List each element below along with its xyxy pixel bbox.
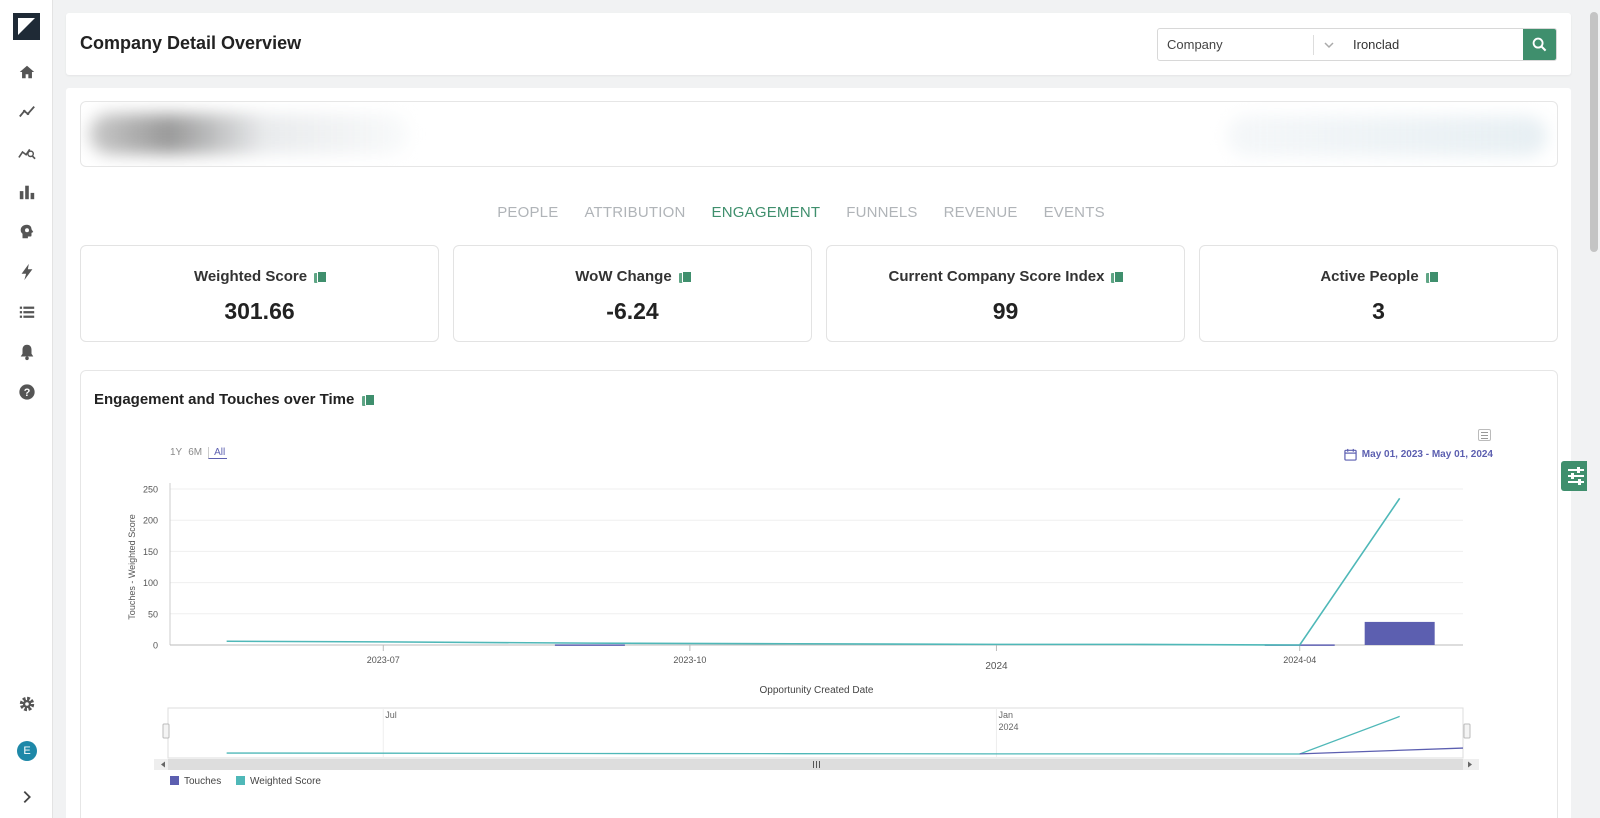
brain-icon[interactable] (16, 221, 38, 243)
kpi-label: Weighted Score (193, 268, 308, 285)
engagement-chart-card: Engagement and Touches over Time 1Y 6M A… (80, 370, 1558, 818)
page-title: Company Detail Overview (80, 33, 302, 53)
tab-attribution[interactable]: ATTRIBUTION (584, 204, 685, 221)
scroll-thumb[interactable] (1590, 12, 1598, 252)
app-logo[interactable] (13, 13, 40, 40)
tab-revenue[interactable]: REVENUE (944, 204, 1018, 221)
bar-chart-icon[interactable] (16, 181, 38, 203)
x-tick-label: 2024-04 (1283, 655, 1316, 665)
tab-people[interactable]: PEOPLE (497, 204, 558, 221)
kpi-value: 301.66 (224, 298, 295, 324)
kpi-row: Weighted Score 301.66 WoW Change -6.24 C… (80, 245, 1558, 342)
chevron-right-icon[interactable] (16, 786, 38, 808)
navigator-handle-left (162, 723, 170, 739)
gear-icon[interactable] (16, 693, 38, 715)
copy-icon[interactable] (1111, 270, 1125, 283)
y-axis-label: Touches - Weighted Score (127, 514, 137, 619)
search-input[interactable] (1343, 29, 1523, 60)
analytics-search-icon[interactable] (16, 141, 38, 163)
sliders-icon (1568, 467, 1584, 485)
legend-item: Weighted Score (250, 776, 321, 787)
x-tick-label: 2023-07 (367, 655, 400, 665)
copy-icon[interactable] (314, 270, 328, 283)
top-bar: Company Detail Overview Company (66, 13, 1571, 75)
chevron-down-icon[interactable] (1313, 35, 1343, 55)
navigator-scroll-thumb (168, 759, 1463, 770)
company-profile-card (80, 101, 1558, 167)
search-type-value: Company (1167, 37, 1223, 52)
company-meta-blurred (1227, 116, 1547, 156)
y-tick-label: 50 (148, 609, 158, 619)
kpi-label: WoW Change (575, 268, 672, 285)
tab-events[interactable]: EVENTS (1044, 204, 1105, 221)
avatar[interactable]: E (17, 741, 37, 761)
touches-bar (554, 644, 625, 646)
sidebar: ? E (0, 0, 53, 818)
kpi-value: -6.24 (606, 298, 659, 324)
navigator-label: Jul (385, 710, 397, 720)
search-type-select[interactable]: Company (1158, 29, 1313, 60)
y-tick-label: 0 (153, 641, 158, 651)
lightning-icon[interactable] (16, 261, 38, 283)
section-tabs: PEOPLE ATTRIBUTION ENGAGEMENT FUNNELS REVENU… (66, 204, 1571, 221)
kpi-weighted-score: Weighted Score 301.66 (80, 245, 439, 342)
touches-bar (1364, 621, 1435, 645)
y-tick-label: 100 (143, 578, 158, 588)
copy-icon[interactable] (1425, 270, 1439, 283)
y-tick-label: 250 (143, 485, 158, 495)
x-axis-label: Opportunity Created Date (760, 685, 874, 696)
company-search: Company (1157, 28, 1557, 61)
list-icon[interactable] (16, 301, 38, 323)
x-tick-label: 2023-10 (673, 655, 706, 665)
legend-swatch (236, 776, 245, 785)
page-scrollbar[interactable] (1587, 0, 1600, 818)
bell-icon[interactable] (16, 341, 38, 363)
company-name-blurred (89, 114, 409, 154)
navigator-label: 2024 (998, 722, 1018, 732)
legend-item: Touches (184, 776, 221, 787)
main-panel: PEOPLE ATTRIBUTION ENGAGEMENT FUNNELS REVENU… (66, 88, 1571, 818)
help-icon[interactable]: ? (16, 381, 38, 403)
kpi-value: 3 (1372, 298, 1385, 324)
kpi-label: Current Company Score Index (888, 268, 1105, 285)
search-icon (1532, 37, 1547, 52)
search-button[interactable] (1523, 29, 1556, 60)
navigator-label: Jan (998, 710, 1013, 720)
tab-funnels[interactable]: FUNNELS (846, 204, 917, 221)
tab-engagement[interactable]: ENGAGEMENT (712, 204, 821, 221)
x-tick-label: 2024 (985, 661, 1008, 672)
kpi-value: 99 (992, 298, 1019, 324)
trend-icon[interactable] (16, 101, 38, 123)
y-tick-label: 150 (143, 547, 158, 557)
kpi-active-people: Active People 3 (1199, 245, 1558, 342)
avatar-initial: E (23, 745, 31, 757)
navigator-handle-right (1463, 723, 1471, 739)
y-tick-label: 200 (143, 516, 158, 526)
kpi-company-score-index: Current Company Score Index 99 (826, 245, 1185, 342)
kpi-label: Active People (1320, 268, 1419, 285)
legend-swatch (170, 776, 179, 785)
copy-icon[interactable] (678, 270, 692, 283)
svg-text:?: ? (24, 387, 31, 399)
kpi-wow-change: WoW Change -6.24 (453, 245, 812, 342)
navigator-frame (167, 707, 1464, 759)
home-icon[interactable] (16, 61, 38, 83)
engagement-chart[interactable]: 0 50 100 150 200 250 Touches - Weighted Score 2… (81, 371, 1559, 818)
